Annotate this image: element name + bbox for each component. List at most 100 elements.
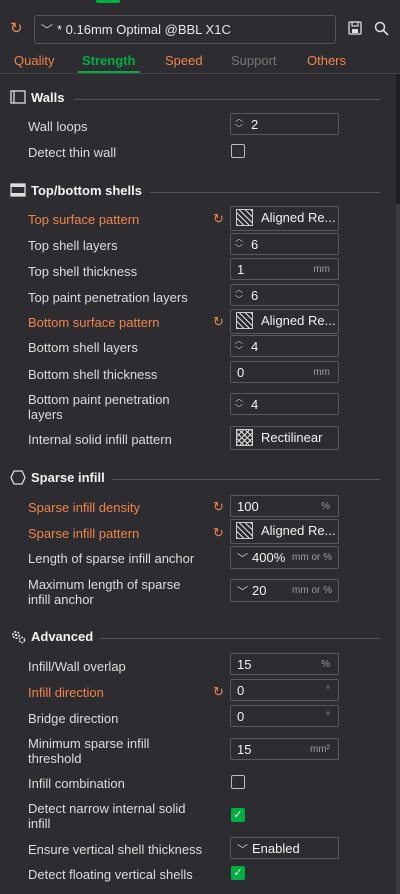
top-shell-layers-stepper[interactable]: ︿ ﹀ 6 — [230, 233, 339, 255]
search-icon[interactable] — [372, 21, 390, 39]
pattern-icon — [236, 522, 253, 539]
wall-loops-stepper[interactable]: ︿ ﹀ 2 — [230, 113, 339, 135]
chevron-down-icon[interactable]: ﹀ — [237, 841, 248, 857]
section-divider — [112, 479, 380, 480]
pattern-icon — [236, 312, 253, 329]
vertical-shell-thickness-select[interactable]: ﹀ Enabled — [230, 837, 339, 859]
setting-label: Bottom shell layers — [28, 340, 138, 355]
reset-icon[interactable]: ↻ — [213, 685, 227, 699]
field-unit: ° — [326, 711, 330, 722]
setting-label: Sparse infill pattern — [28, 526, 140, 541]
field-value: 6 — [251, 237, 259, 252]
setting-label: Top surface pattern — [28, 212, 140, 227]
infill-wall-overlap-input[interactable]: 15% — [230, 653, 339, 675]
chevron-down-icon[interactable]: ﹀ — [237, 583, 248, 599]
setting-label: Detect floating vertical shells — [28, 867, 193, 882]
min-sparse-threshold-input[interactable]: 15 mm² — [230, 738, 339, 760]
field-value: 4 — [251, 397, 259, 412]
chevron-down-icon[interactable]: ﹀ — [237, 550, 248, 566]
scrollbar[interactable] — [396, 74, 400, 894]
tab-strength[interactable]: Strength — [82, 53, 135, 68]
setting-label: Infill combination — [28, 776, 125, 791]
narrow-internal-solid-checkbox[interactable]: ✓ — [231, 808, 245, 822]
field-unit: mm² — [310, 744, 330, 755]
section-divider — [74, 99, 380, 100]
section-title: Advanced — [31, 629, 94, 644]
reset-icon[interactable]: ↻ — [213, 212, 227, 226]
field-value: 0 — [237, 709, 245, 724]
chevron-down-icon: ﹀ — [41, 23, 54, 37]
field-value: Aligned Re... — [261, 210, 336, 225]
tab-others[interactable]: Others — [307, 53, 346, 68]
setting-label: Minimum sparse infill threshold — [28, 736, 149, 766]
setting-label: Infill direction — [28, 685, 104, 700]
setting-label: Maximum length of sparse infill anchor — [28, 577, 180, 607]
field-value: 4 — [251, 339, 259, 354]
label-line: Detect narrow internal solid — [28, 801, 186, 816]
spin-arrows-icon[interactable]: ︿ ﹀ — [235, 234, 243, 254]
bridge-direction-input[interactable]: 0 ° — [230, 705, 339, 727]
infill-direction-input[interactable]: 0 ° — [230, 679, 339, 701]
setting-label: Internal solid infill pattern — [28, 432, 172, 447]
reset-icon[interactable]: ↻ — [213, 500, 227, 514]
detect-thin-wall-checkbox[interactable] — [231, 144, 245, 158]
setting-label: Bridge direction — [28, 711, 119, 726]
field-value: Aligned Re... — [261, 523, 336, 538]
internal-solid-pattern-select[interactable]: Rectilinear — [230, 426, 339, 450]
top-shell-thickness-input[interactable]: 1 mm — [230, 258, 339, 280]
top-paint-layers-stepper[interactable]: ︿ ﹀ 6 — [230, 284, 339, 306]
field-value: 100 — [237, 499, 259, 514]
spin-arrows-icon[interactable]: ︿ ﹀ — [235, 394, 243, 414]
gears-icon — [10, 629, 26, 645]
tab-speed[interactable]: Speed — [165, 53, 203, 68]
section-divider — [100, 638, 380, 639]
field-value: 0 — [237, 365, 245, 380]
bottom-paint-layers-stepper[interactable]: ︿ ﹀ 4 — [230, 393, 339, 415]
bottom-surface-pattern-select[interactable]: Aligned Re... — [230, 309, 339, 334]
active-tab-indicator — [78, 71, 140, 73]
setting-label: Bottom paint penetration layers — [28, 392, 170, 422]
save-icon[interactable] — [346, 21, 364, 39]
reset-icon[interactable]: ↻ — [10, 21, 26, 37]
field-unit: mm or % — [292, 552, 332, 563]
section-advanced: Advanced — [0, 628, 384, 648]
setting-label: Detect thin wall — [28, 145, 117, 160]
pattern-icon — [236, 209, 253, 226]
field-unit: mm — [313, 367, 330, 378]
tab-support[interactable]: Support — [231, 53, 277, 68]
spin-arrows-icon[interactable]: ︿ ﹀ — [235, 285, 243, 305]
field-value: 400% — [252, 550, 286, 565]
label-line: threshold — [28, 751, 82, 766]
anchor-length-combo[interactable]: ﹀ 400% mm or % — [230, 546, 339, 569]
anchor-max-combo[interactable]: ﹀ 20 mm or % — [230, 579, 339, 602]
field-value: 15 — [237, 742, 252, 757]
preset-row: ↻ ﹀ * 0.16mm Optimal @BBL X1C — [0, 12, 400, 48]
field-value: 2 — [251, 117, 259, 132]
sparse-pattern-select[interactable]: Aligned Re... — [230, 519, 339, 544]
field-unit: mm or % — [292, 585, 332, 596]
setting-label: Top shell thickness — [28, 264, 138, 279]
spin-arrows-icon[interactable]: ︿ ﹀ — [235, 114, 243, 134]
section-shells: Top/bottom shells — [0, 182, 384, 202]
preset-dropdown[interactable]: ﹀ * 0.16mm Optimal @BBL X1C — [34, 15, 336, 44]
tab-bar: Quality Strength Speed Support Others — [0, 50, 400, 74]
setting-label: Wall loops — [28, 119, 88, 134]
label-line: Minimum sparse infill — [28, 736, 150, 751]
top-surface-pattern-select[interactable]: Aligned Re... — [230, 206, 339, 231]
setting-label: Bottom surface pattern — [28, 315, 160, 330]
bottom-shell-thickness-input[interactable]: 0 mm — [230, 361, 339, 383]
sparse-density-input[interactable]: 100% — [230, 495, 339, 517]
setting-label: Sparse infill density — [28, 500, 140, 515]
reset-icon[interactable]: ↻ — [213, 526, 227, 540]
label-line: infill anchor — [28, 592, 94, 607]
top-accent-bar — [96, 0, 120, 3]
floating-vertical-shells-checkbox[interactable]: ✓ — [231, 866, 245, 880]
tab-quality[interactable]: Quality — [14, 53, 54, 68]
field-value: Rectilinear — [261, 430, 323, 445]
scrollbar-thumb[interactable] — [396, 74, 400, 204]
field-value: 6 — [251, 288, 259, 303]
spin-arrows-icon[interactable]: ︿ ﹀ — [235, 336, 243, 356]
bottom-shell-layers-stepper[interactable]: ︿ ﹀ 4 — [230, 335, 339, 357]
infill-combination-checkbox[interactable] — [231, 775, 245, 789]
reset-icon[interactable]: ↻ — [213, 315, 227, 329]
